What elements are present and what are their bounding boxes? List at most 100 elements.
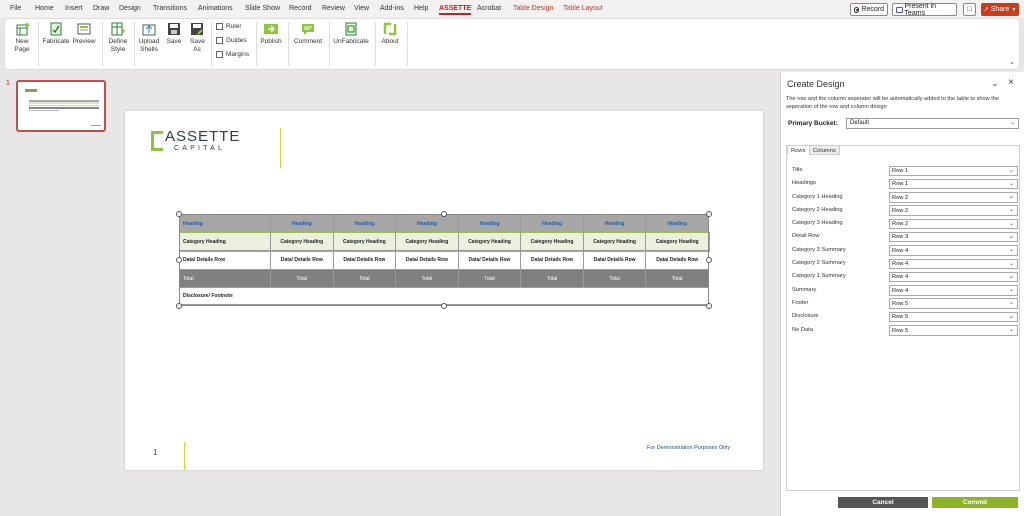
tab-home[interactable]: Home: [35, 5, 54, 12]
table-cell[interactable]: Heading: [520, 214, 584, 233]
ruler-checkbox[interactable]: Ruler: [216, 23, 242, 30]
ribbon-collapse-chevron-icon[interactable]: ⌄: [1009, 58, 1015, 66]
table-cell[interactable]: Data/ Details Row: [270, 250, 334, 270]
save-as-button[interactable]: Save As: [187, 21, 207, 54]
share-button[interactable]: ↗ Share ▼: [981, 3, 1019, 16]
table-row-total[interactable]: Total Total Total Total Total Total Tota…: [179, 269, 709, 288]
row-mapping-select[interactable]: Row 3 ⌄: [889, 231, 1018, 243]
row-mapping-select[interactable]: Row 2 ⌄: [889, 218, 1018, 230]
tab-rows[interactable]: Rows: [787, 145, 810, 155]
table-cell[interactable]: Data/ Details Row: [332, 250, 397, 270]
row-mapping-select[interactable]: Row 5 ⌄: [889, 325, 1018, 336]
unfabricate-button[interactable]: UnFabricate: [331, 21, 371, 46]
table-cell[interactable]: Data/ Details Row: [520, 250, 584, 270]
table-row-detail[interactable]: Data/ Details Row Data/ Details Row Data…: [179, 250, 709, 270]
table-cell[interactable]: Heading: [395, 214, 459, 233]
table-cell[interactable]: Data/ Details Row: [179, 250, 271, 270]
row-mapping-select[interactable]: Row 4 ⌄: [889, 245, 1018, 256]
table-cell[interactable]: Total: [395, 269, 459, 288]
tab-table-design[interactable]: Table Design: [513, 5, 553, 12]
tab-assette[interactable]: ASSETTE: [439, 5, 472, 15]
tab-acrobat[interactable]: Acrobat: [477, 5, 501, 12]
resize-handle[interactable]: [176, 211, 182, 217]
table-cell[interactable]: Total: [457, 269, 522, 288]
publish-button[interactable]: Publish: [259, 21, 283, 46]
table-cell[interactable]: Heading: [179, 214, 271, 233]
cancel-button[interactable]: Cancel: [838, 497, 928, 508]
save-button[interactable]: Save: [165, 21, 183, 46]
slide-canvas[interactable]: ASSETTE CAPITAL Heading Heading Heading …: [125, 111, 763, 470]
row-mapping-select[interactable]: Row 1 ⌄: [889, 165, 1018, 176]
design-table[interactable]: Heading Heading Heading Heading Heading …: [178, 214, 710, 305]
table-cell[interactable]: Category Heading: [645, 232, 709, 251]
tab-insert[interactable]: Insert: [65, 5, 83, 12]
table-cell[interactable]: Heading: [582, 214, 647, 233]
primary-bucket-select[interactable]: Default ⌄: [846, 118, 1019, 129]
table-cell[interactable]: Total: [520, 269, 584, 288]
table-cell[interactable]: Total: [582, 269, 647, 288]
tab-columns[interactable]: Columns: [809, 145, 840, 155]
table-row-heading[interactable]: Heading Heading Heading Heading Heading …: [179, 214, 709, 233]
tab-add-ins[interactable]: Add-ins: [380, 5, 404, 12]
record-button[interactable]: Record: [850, 3, 888, 16]
margins-checkbox[interactable]: Margins: [216, 51, 249, 58]
table-cell[interactable]: Category Heading: [270, 232, 334, 251]
table-row-disclosure[interactable]: Disclosure/ Footnote: [179, 287, 709, 305]
table-cell[interactable]: Disclosure/ Footnote: [179, 287, 709, 305]
present-in-teams-button[interactable]: Present in Teams: [892, 3, 957, 17]
table-cell[interactable]: Heading: [332, 214, 397, 233]
resize-handle[interactable]: [706, 211, 712, 217]
comment-button[interactable]: Comment: [292, 21, 324, 46]
table-cell[interactable]: Heading: [645, 214, 709, 233]
tab-review[interactable]: Review: [322, 5, 345, 12]
tab-draw[interactable]: Draw: [93, 5, 109, 12]
resize-handle[interactable]: [176, 257, 182, 263]
row-mapping-select[interactable]: Row 1 ⌄: [889, 178, 1018, 190]
resize-handle[interactable]: [706, 303, 712, 309]
table-cell[interactable]: Category Heading: [395, 232, 459, 251]
chevron-down-icon[interactable]: ⌄: [991, 78, 999, 89]
table-cell[interactable]: Data/ Details Row: [395, 250, 459, 270]
upload-shells-button[interactable]: Upload Shells: [136, 21, 162, 54]
table-row-category[interactable]: Category Heading Category Heading Catego…: [178, 231, 710, 252]
table-cell[interactable]: Category Heading: [457, 232, 522, 251]
tab-animations[interactable]: Animations: [198, 5, 233, 12]
table-cell[interactable]: Total: [179, 269, 271, 288]
table-cell[interactable]: Heading: [270, 214, 334, 233]
resize-handle[interactable]: [441, 303, 447, 309]
slide-thumbnail[interactable]: [16, 80, 106, 132]
tab-record[interactable]: Record: [289, 5, 312, 12]
tab-view[interactable]: View: [354, 5, 369, 12]
tab-slide-show[interactable]: Slide Show: [245, 5, 280, 12]
table-cell[interactable]: Data/ Details Row: [582, 250, 647, 270]
new-page-button[interactable]: New Page: [11, 21, 33, 54]
table-cell[interactable]: Data/ Details Row: [457, 250, 522, 270]
table-cell[interactable]: Category Heading: [582, 232, 647, 251]
table-cell[interactable]: Total: [332, 269, 397, 288]
table-cell[interactable]: Category Heading: [332, 232, 397, 251]
row-mapping-select[interactable]: Row 4 ⌄: [889, 258, 1018, 270]
tab-transitions[interactable]: Transitions: [153, 5, 187, 12]
about-button[interactable]: About: [377, 21, 403, 46]
tab-help[interactable]: Help: [414, 5, 428, 12]
row-mapping-select[interactable]: Row 4 ⌄: [889, 271, 1018, 283]
table-cell[interactable]: Total: [645, 269, 709, 288]
guides-checkbox[interactable]: Guides: [216, 37, 247, 44]
resize-handle[interactable]: [706, 257, 712, 263]
table-cell[interactable]: Heading: [457, 214, 522, 233]
row-mapping-select[interactable]: Row 5 ⌄: [889, 298, 1018, 309]
fabricate-button[interactable]: Fabricate: [42, 21, 70, 46]
preview-button[interactable]: Preview: [71, 21, 97, 46]
close-icon[interactable]: ×: [1008, 77, 1014, 88]
tab-table-layout[interactable]: Table Layout: [563, 5, 603, 12]
comments-button[interactable]: □: [963, 3, 976, 16]
row-mapping-select[interactable]: Row 2 ⌄: [889, 205, 1018, 216]
table-cell[interactable]: Category Heading: [520, 232, 584, 251]
row-mapping-select[interactable]: Row 4 ⌄: [889, 285, 1018, 296]
tab-file[interactable]: File: [10, 5, 21, 12]
table-cell[interactable]: Category Heading: [179, 232, 271, 251]
row-mapping-select[interactable]: Row 5 ⌄: [889, 311, 1018, 323]
resize-handle[interactable]: [176, 303, 182, 309]
row-mapping-select[interactable]: Row 2 ⌄: [889, 192, 1018, 203]
define-style-button[interactable]: Define Style: [106, 21, 130, 54]
